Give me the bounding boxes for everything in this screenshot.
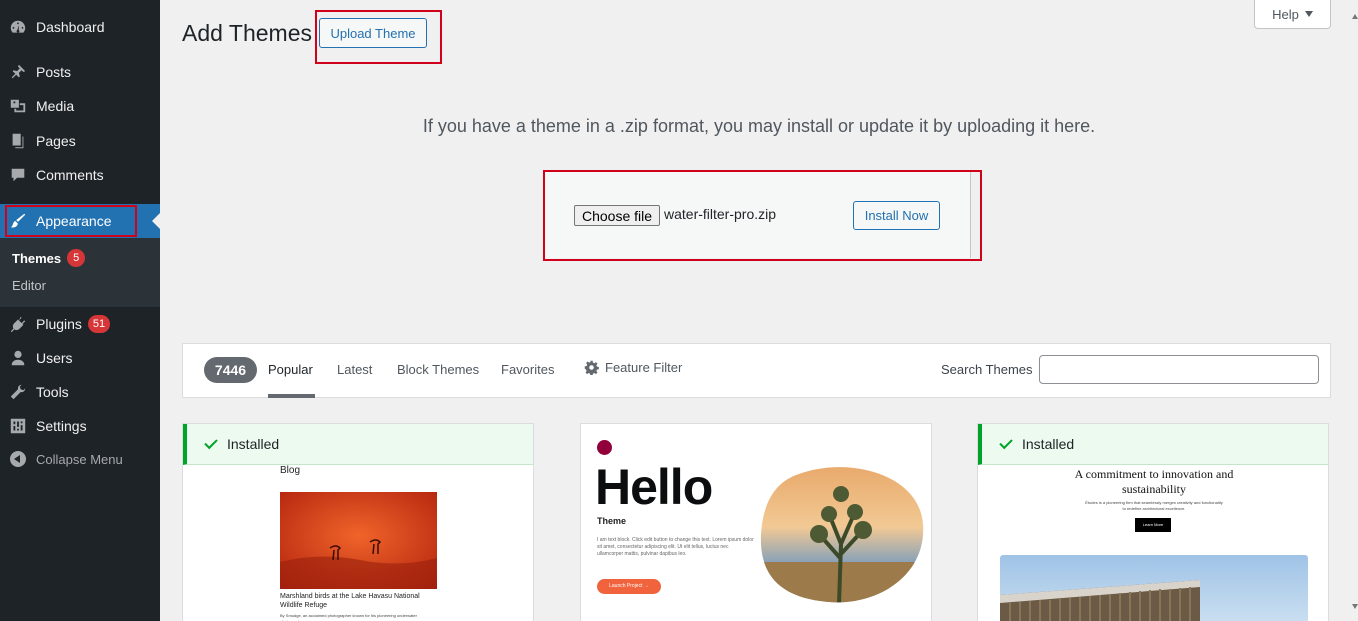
preview-text: Études is a pioneering firm that seamles… (1085, 500, 1223, 511)
menu-dashboard[interactable]: Dashboard (0, 10, 160, 44)
settings-sliders-icon (0, 417, 36, 435)
search-themes-label: Search Themes (941, 362, 1033, 377)
preview-caption: Marshland birds at the Lake Havasu Natio… (280, 593, 420, 609)
menu-comments-label: Comments (36, 167, 104, 183)
menu-posts-label: Posts (36, 64, 72, 80)
submenu-themes-label: Themes (12, 250, 62, 266)
elementor-logo-icon (597, 440, 612, 455)
submenu-editor-label: Editor (12, 278, 46, 293)
preview-heading: Blog (280, 465, 301, 476)
menu-plugins[interactable]: Plugins 51 (0, 307, 160, 341)
gear-icon (584, 360, 599, 375)
learn-more-button: Learn More (1135, 518, 1171, 532)
theme-card[interactable]: Installed A commitment to innovation and… (977, 423, 1329, 621)
appearance-submenu: Themes 5 Editor (0, 238, 160, 307)
caret-down-icon (1304, 11, 1313, 17)
menu-comments[interactable]: Comments (0, 158, 160, 192)
scrollbar-up-arrow[interactable] (1352, 14, 1358, 19)
preview-heading: A commitment to innovation and sustainab… (1074, 467, 1234, 496)
feature-filter-label: Feature Filter (605, 360, 683, 375)
plugin-icon (0, 315, 36, 333)
theme-card[interactable]: Installed Blog Marshland birds at the La… (182, 423, 534, 621)
pages-icon (0, 132, 36, 150)
preview-image (280, 492, 437, 589)
upload-button-highlight-box (315, 10, 442, 64)
theme-screenshot: Blog Marshland birds at the Lake Havasu … (183, 465, 533, 621)
active-menu-arrow (152, 213, 160, 229)
menu-users-label: Users (36, 350, 73, 366)
launch-project-button: Launch Project → (597, 579, 661, 594)
search-themes-input[interactable] (1039, 355, 1319, 384)
dashboard-icon (0, 18, 36, 36)
menu-pages-label: Pages (36, 133, 76, 149)
menu-posts[interactable]: Posts (0, 55, 160, 89)
preview-heading: Hello (595, 459, 713, 515)
menu-plugins-label: Plugins (36, 316, 82, 332)
installed-label: Installed (227, 436, 280, 452)
collapse-menu-label: Collapse Menu (36, 451, 123, 467)
theme-filter-bar: 7446 Popular Latest Block Themes Favorit… (182, 343, 1331, 398)
menu-media-label: Media (36, 98, 75, 114)
menu-tools-label: Tools (36, 384, 69, 400)
menu-tools[interactable]: Tools (0, 375, 160, 409)
tab-favorites[interactable]: Favorites (501, 362, 554, 377)
media-icon (0, 97, 36, 115)
comment-icon (0, 166, 36, 184)
tab-latest[interactable]: Latest (337, 362, 372, 377)
submenu-editor[interactable]: Editor (12, 278, 46, 293)
collapse-arrow-icon (10, 451, 26, 467)
help-tab-button[interactable]: Help (1254, 0, 1331, 29)
tab-block-themes[interactable]: Block Themes (397, 362, 479, 377)
appearance-highlight-box (5, 205, 137, 237)
preview-text: By Smudge, an acclaimed photographer kno… (280, 613, 417, 621)
user-icon (0, 349, 36, 367)
themes-update-badge: 5 (67, 249, 86, 267)
wrench-icon (0, 383, 36, 401)
theme-screenshot: Hello Theme I am text block. Click edit … (581, 424, 931, 621)
pushpin-icon (0, 63, 36, 81)
installed-notice: Installed (978, 424, 1328, 465)
plugins-update-badge: 51 (87, 315, 111, 333)
installed-label: Installed (1022, 436, 1075, 452)
preview-image (1000, 555, 1308, 621)
theme-count-badge: 7446 (204, 357, 257, 383)
page-title: Add Themes (182, 20, 312, 46)
menu-users[interactable]: Users (0, 341, 160, 375)
tab-popular[interactable]: Popular (268, 362, 313, 377)
page-scrollbar[interactable] (1352, 0, 1358, 621)
active-tab-indicator (268, 394, 315, 398)
preview-text: I am text block. Click edit button to ch… (597, 537, 754, 557)
menu-media[interactable]: Media (0, 89, 160, 123)
checkmark-icon (204, 435, 218, 450)
installed-notice: Installed (183, 424, 533, 465)
menu-settings-label: Settings (36, 418, 87, 434)
collapse-menu-button[interactable]: Collapse Menu (0, 442, 160, 476)
scrollbar-down-arrow[interactable] (1352, 604, 1358, 609)
menu-dashboard-label: Dashboard (36, 19, 105, 35)
preview-subheading: Theme (597, 516, 627, 526)
feature-filter-button[interactable]: Feature Filter (584, 360, 682, 375)
menu-settings[interactable]: Settings (0, 409, 160, 443)
submenu-themes[interactable]: Themes 5 (12, 249, 86, 267)
upload-form-highlight-box (543, 170, 982, 261)
checkmark-icon (999, 435, 1013, 450)
help-label: Help (1272, 6, 1299, 22)
preview-image (760, 467, 924, 603)
admin-sidebar: Dashboard Posts Media Pages Comments App… (0, 0, 160, 621)
upload-description: If you have a theme in a .zip format, yo… (422, 116, 1096, 136)
menu-pages[interactable]: Pages (0, 124, 160, 158)
theme-card[interactable]: Hello Theme I am text block. Click edit … (580, 423, 932, 621)
theme-screenshot: A commitment to innovation and sustainab… (978, 465, 1328, 621)
